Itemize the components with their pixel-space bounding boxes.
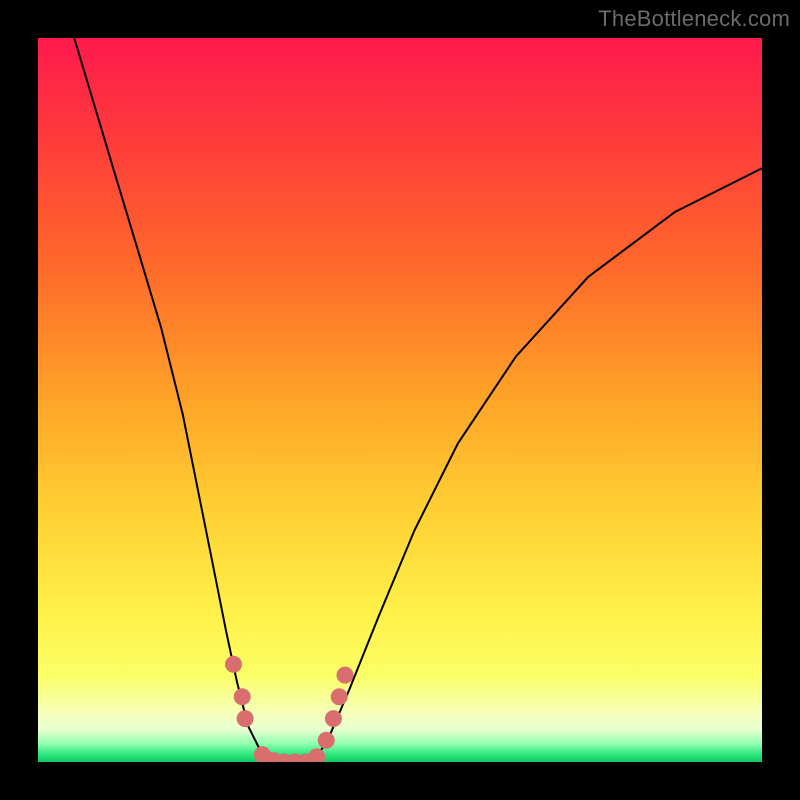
curve-path	[74, 38, 762, 762]
highlight-dot	[237, 710, 254, 727]
highlight-dot	[225, 656, 242, 673]
watermark-text: TheBottleneck.com	[598, 6, 790, 32]
highlight-dot	[234, 688, 251, 705]
plot-area	[38, 38, 762, 762]
highlight-dot	[318, 732, 335, 749]
highlight-dot	[331, 688, 348, 705]
bottleneck-curve	[74, 38, 762, 762]
highlight-dot	[337, 667, 354, 684]
highlight-dot	[308, 748, 325, 762]
highlight-dot	[325, 710, 342, 727]
chart-frame: TheBottleneck.com	[0, 0, 800, 800]
chart-svg	[38, 38, 762, 762]
